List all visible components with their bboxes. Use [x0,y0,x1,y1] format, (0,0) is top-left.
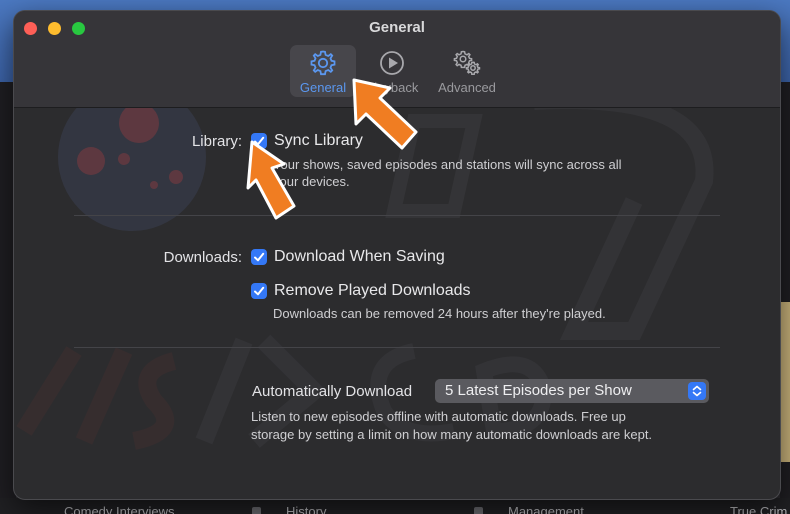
category-label[interactable]: History [286,504,326,514]
window-title: General [369,19,425,36]
remove-played-downloads-help: Downloads can be removed 24 hours after … [273,306,606,321]
section-divider [74,347,720,348]
sync-library-checkbox[interactable] [251,133,267,149]
background-category-row: Comedy Interviews History Management Tru… [0,498,790,514]
background-app-edge [780,82,790,514]
remove-played-downloads-checkbox[interactable] [251,283,267,299]
section-divider [74,215,720,216]
automatically-download-help-line2: storage by setting a limit on how many a… [251,427,653,442]
sync-library-label[interactable]: Sync Library [274,132,363,150]
download-when-saving-label[interactable]: Download When Saving [274,248,445,266]
gear-icon [310,50,336,76]
toolbar: General General Playback Advanced [14,11,780,108]
explicit-badge-icon [474,507,483,514]
sync-library-help-line2: your devices. [273,174,350,189]
category-label[interactable]: True Crim [730,504,787,514]
chevron-up-down-icon [692,385,702,397]
automatically-download-label: Automatically Download [252,383,413,400]
sync-library-help-line1: Your shows, saved episodes and stations … [273,157,622,172]
downloads-label: Downloads: [163,249,242,266]
select-stepper [688,382,706,400]
remove-played-downloads-label[interactable]: Remove Played Downloads [274,282,471,300]
tab-advanced[interactable]: Advanced [434,45,500,97]
tab-general-label: General [299,80,347,95]
explicit-badge-icon [252,507,261,514]
category-label[interactable]: Comedy Interviews [64,504,175,514]
download-when-saving-checkbox[interactable] [251,249,267,265]
tab-general[interactable]: General [290,45,356,97]
play-circle-icon [380,51,404,75]
preferences-window: General General Playback Advanced Librar… [14,11,780,499]
gears-icon [453,50,481,75]
automatically-download-help-line1: Listen to new episodes offline with auto… [251,409,626,424]
checkmark-icon [254,286,265,296]
checkmark-icon [254,252,265,262]
automatically-download-select[interactable]: 5 Latest Episodes per Show [435,379,709,403]
category-label[interactable]: Management [508,504,584,514]
background-podcast-artwork [780,302,790,462]
tab-playback-label: Playback [365,80,419,95]
automatically-download-value: 5 Latest Episodes per Show [445,382,632,399]
checkmark-icon [254,136,265,146]
tab-advanced-label: Advanced [438,80,496,95]
tab-playback[interactable]: Playback [360,45,424,97]
library-label: Library: [191,133,242,150]
